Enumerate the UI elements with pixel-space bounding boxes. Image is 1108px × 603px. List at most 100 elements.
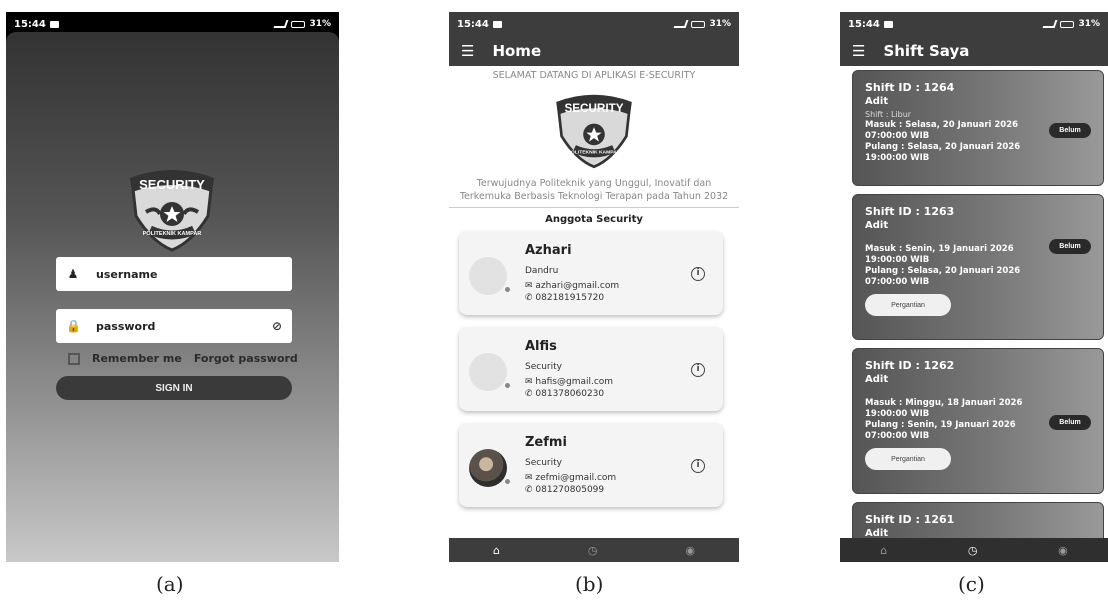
home-icon[interactable]: ⌂ bbox=[880, 544, 887, 557]
info-icon[interactable]: i bbox=[691, 363, 705, 377]
bottom-nav: ⌂ ◷ ◉ bbox=[840, 538, 1108, 562]
signal-icon bbox=[673, 20, 689, 28]
remember-checkbox[interactable] bbox=[68, 352, 80, 365]
shift-pulang-time: 07:00:00 WIB bbox=[865, 431, 930, 441]
battery-level: 31% bbox=[309, 19, 331, 29]
shift-masuk: Masuk : Minggu, 18 Januari 2026 bbox=[865, 398, 1023, 408]
shift-name: Adit bbox=[865, 220, 889, 231]
signal-icon bbox=[1042, 20, 1058, 28]
avatar bbox=[469, 257, 507, 295]
phone-icon: ✆ bbox=[525, 485, 536, 495]
clock-icon[interactable]: ◷ bbox=[588, 544, 598, 557]
security-logo: SECURITY POLITEKNIK KAMPAR bbox=[122, 162, 222, 254]
username-placeholder: username bbox=[96, 267, 158, 281]
person-icon: ♟ bbox=[67, 267, 79, 281]
shift-id: Shift ID : 1263 bbox=[865, 205, 955, 218]
settings-icon[interactable]: ◉ bbox=[1058, 544, 1068, 557]
member-phone: ✆ 082181915720 bbox=[525, 293, 604, 303]
member-phone-text: 081270805099 bbox=[535, 485, 605, 495]
member-role: Dandru bbox=[525, 266, 559, 276]
shift-masuk-time: 19:00:00 WIB bbox=[865, 255, 930, 265]
member-name: Azhari bbox=[525, 243, 572, 258]
eye-off-icon[interactable]: ⊘ bbox=[272, 319, 282, 333]
svg-text:SECURITY: SECURITY bbox=[139, 177, 205, 192]
phone-icon: ✆ bbox=[525, 389, 536, 399]
svg-text:POLITEKNIK KAMPAR: POLITEKNIK KAMPAR bbox=[143, 231, 202, 237]
avatar bbox=[469, 353, 507, 391]
shift-pulang-time: 19:00:00 WIB bbox=[865, 153, 930, 163]
clock-icon[interactable]: ◷ bbox=[968, 544, 978, 557]
notification-icon bbox=[492, 20, 502, 28]
members-title: Anggota Security bbox=[545, 214, 643, 225]
member-card[interactable]: Alfis Security ✉ hafis@gmail.com ✆ 08137… bbox=[459, 327, 723, 411]
member-card[interactable]: Zefmi Security ✉ zefmi@gmail.com ✆ 08127… bbox=[459, 423, 723, 507]
status-time: 15:44 bbox=[14, 18, 46, 30]
notification-icon bbox=[49, 20, 59, 28]
shift-card[interactable]: Shift ID : 1262 Adit Masuk : Minggu, 18 … bbox=[852, 348, 1104, 494]
member-role: Security bbox=[525, 362, 562, 372]
status-badge[interactable]: Belum bbox=[1049, 123, 1091, 138]
page-title: Shift Saya bbox=[883, 42, 970, 60]
shift-card[interactable]: Shift ID : 1263 Adit Masuk : Senin, 19 J… bbox=[852, 194, 1104, 340]
vision-text: Terwujudnya Politeknik yang Unggul, Inov… bbox=[459, 178, 729, 202]
login-screen-phone: 15:44 31% SECURITY POLITEKNIK KAMPAR ♟ u… bbox=[6, 12, 339, 562]
status-badge[interactable]: Belum bbox=[1049, 415, 1091, 430]
password-input[interactable]: 🔒 password ⊘ bbox=[56, 309, 292, 343]
swap-shift-button[interactable]: Pergantian bbox=[865, 294, 951, 316]
app-bar: ☰ Shift Saya bbox=[840, 36, 1108, 66]
notification-icon bbox=[883, 20, 893, 28]
home-icon[interactable]: ⌂ bbox=[493, 544, 500, 557]
status-dot bbox=[505, 383, 510, 388]
shift-id: Shift ID : 1261 bbox=[865, 513, 955, 526]
menu-icon[interactable]: ☰ bbox=[461, 42, 474, 60]
signal-icon bbox=[273, 20, 289, 28]
shift-screen-phone: 15:44 31% ☰ Shift Saya Shift ID : 1264 A… bbox=[840, 12, 1108, 562]
caption-a: (a) bbox=[156, 572, 184, 596]
password-placeholder: password bbox=[96, 319, 156, 333]
battery-icon bbox=[691, 20, 706, 28]
security-logo: SECURITY POLITEKNIK KAMPAR bbox=[549, 87, 639, 171]
shift-card[interactable]: Shift ID : 1264 Adit Shift : Libur Masuk… bbox=[852, 70, 1104, 186]
bottom-nav: ⌂ ◷ ◉ bbox=[449, 538, 739, 562]
remember-label: Remember me bbox=[92, 352, 182, 365]
member-role: Security bbox=[525, 458, 562, 468]
welcome-text: SELAMAT DATANG DI APLIKASI E-SECURITY bbox=[492, 70, 696, 81]
shift-type: Shift : Libur bbox=[865, 110, 912, 119]
avatar-photo bbox=[469, 449, 507, 487]
caption-b: (b) bbox=[575, 572, 604, 596]
member-phone-text: 081378060230 bbox=[535, 389, 605, 399]
menu-icon[interactable]: ☰ bbox=[852, 42, 865, 60]
battery-level: 31% bbox=[1078, 19, 1100, 29]
status-bar: 15:44 31% bbox=[840, 12, 1108, 36]
shift-name: Adit bbox=[865, 96, 889, 107]
swap-shift-button[interactable]: Pergantian bbox=[865, 448, 951, 470]
forgot-password-link[interactable]: Forgot password bbox=[194, 352, 298, 365]
status-badge[interactable]: Belum bbox=[1049, 239, 1091, 254]
svg-text:SECURITY: SECURITY bbox=[564, 102, 623, 115]
svg-text:POLITEKNIK KAMPAR: POLITEKNIK KAMPAR bbox=[568, 149, 621, 155]
status-time: 15:44 bbox=[848, 18, 880, 30]
info-icon[interactable]: i bbox=[691, 459, 705, 473]
battery-level: 31% bbox=[709, 19, 731, 29]
shift-name: Adit bbox=[865, 374, 889, 385]
sign-in-button[interactable]: SIGN IN bbox=[56, 376, 292, 400]
mail-icon: ✉ bbox=[525, 281, 536, 291]
settings-icon[interactable]: ◉ bbox=[685, 544, 695, 557]
mail-icon: ✉ bbox=[525, 377, 536, 387]
member-email: ✉ hafis@gmail.com bbox=[525, 377, 613, 387]
username-input[interactable]: ♟ username bbox=[56, 257, 292, 291]
shift-pulang: Pulang : Selasa, 20 Januari 2026 bbox=[865, 266, 1021, 276]
member-card[interactable]: Azhari Dandru ✉ azhari@gmail.com ✆ 08218… bbox=[459, 231, 723, 315]
status-dot bbox=[505, 479, 510, 484]
member-email-text: zefmi@gmail.com bbox=[535, 473, 617, 483]
mail-icon: ✉ bbox=[525, 473, 536, 483]
member-name: Zefmi bbox=[525, 435, 567, 450]
login-background: SECURITY POLITEKNIK KAMPAR bbox=[6, 32, 339, 562]
shift-pulang-time: 07:00:00 WIB bbox=[865, 277, 930, 287]
status-time: 15:44 bbox=[457, 18, 489, 30]
app-bar: ☰ Home bbox=[449, 36, 739, 66]
remember-row: Remember me Forgot password bbox=[68, 352, 298, 365]
info-icon[interactable]: i bbox=[691, 267, 705, 281]
member-phone-text: 082181915720 bbox=[535, 293, 605, 303]
page-title: Home bbox=[492, 42, 542, 60]
